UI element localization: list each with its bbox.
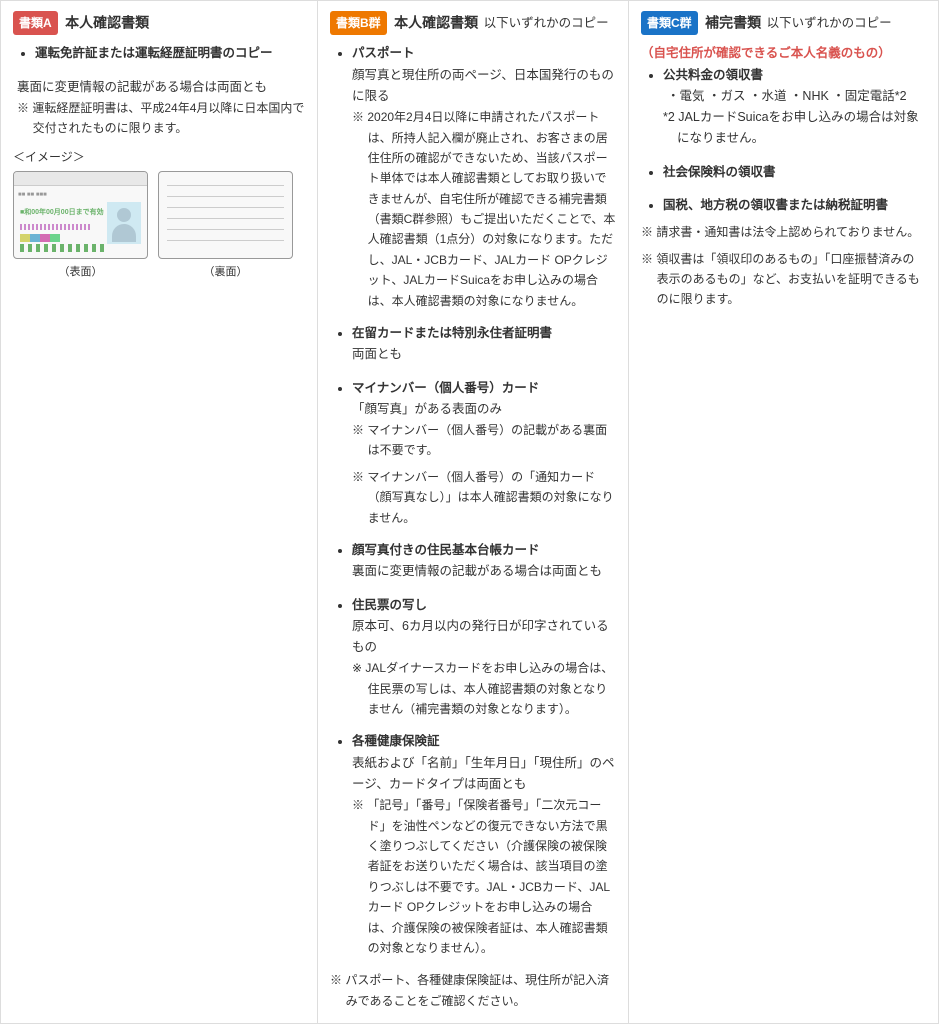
column-b: 書類B群 本人確認書類 以下いずれかのコピー パスポート 顔写真と現住所の両ペー… (318, 0, 629, 1024)
list-item: 在留カードまたは特別永住者証明書 両面とも (352, 323, 616, 366)
license-front-image: ■■ ■■ ■■■ ■和00年00月00日まで有効 (13, 171, 148, 259)
title-b: 本人確認書類 (394, 14, 478, 30)
item-title: 国税、地方税の領収書または納税証明書 (663, 198, 888, 212)
list-b: パスポート 顔写真と現住所の両ページ、日本国発行のものに限る 2020年2月4日… (330, 43, 616, 958)
footnote: *2 JALカードSuicaをお申し込みの場合は対象になりません。 (663, 107, 926, 150)
item-desc: 裏面に変更情報の記載がある場合は両面とも (352, 561, 616, 582)
subtitle-b: 以下いずれかのコピー (484, 16, 609, 30)
header-c: 書類C群 補完書類 以下いずれかのコピー (641, 11, 926, 35)
title-a: 本人確認書類 (65, 14, 149, 30)
item-desc: 「顔写真」がある表面のみ (352, 399, 616, 420)
item-desc: 表紙および「名前」「生年月日」「現住所」のページ、カードタイプは両面とも (352, 753, 616, 796)
item-note: 「記号」「番号」「保険者番号」「二次元コード」を油性ペンなどの復元できない方法で… (352, 795, 616, 958)
list-c: 公共料金の領収書 ・電気 ・ガス ・水道 ・NHK ・固定電話*2 *2 JAL… (641, 65, 926, 217)
header-a: 書類A 本人確認書類 (13, 11, 305, 35)
item-a-0: 運転免許証または運転経歴証明書のコピー (35, 43, 305, 64)
list-item: 公共料金の領収書 ・電気 ・ガス ・水道 ・NHK ・固定電話*2 *2 JAL… (663, 65, 926, 150)
item-title: 顔写真付きの住民基本台帳カード (352, 543, 540, 557)
license-back-image (158, 171, 293, 259)
outer-note: 請求書・通知書は法令上認められておりません。 (641, 222, 926, 242)
item-title: 公共料金の領収書 (663, 68, 763, 82)
header-b: 書類B群 本人確認書類 以下いずれかのコピー (330, 11, 616, 35)
bottom-note-b: パスポート、各種健康保険証は、現住所が記入済みであることをご確認ください。 (330, 970, 616, 1011)
item-desc: 顔写真と現住所の両ページ、日本国発行のものに限る (352, 65, 616, 108)
list-item: マイナンバー（個人番号）カード 「顔写真」がある表面のみ マイナンバー（個人番号… (352, 378, 616, 528)
item-note: マイナンバー（個人番号）の記載がある裏面は不要です。 (352, 420, 616, 461)
item-note: 2020年2月4日以降に申請されたパスポートは、所持人記入欄が廃止され、お客さま… (352, 107, 616, 311)
list-item: 社会保険料の領収書 (663, 162, 926, 183)
list-item: 各種健康保険証 表紙および「名前」「生年月日」「現住所」のページ、カードタイプは… (352, 731, 616, 958)
list-item: 顔写真付きの住民基本台帳カード 裏面に変更情報の記載がある場合は両面とも (352, 540, 616, 583)
item-title: マイナンバー（個人番号）カード (352, 381, 539, 395)
list-item: 国税、地方税の領収書または納税証明書 (663, 195, 926, 216)
sub-bullets: ・電気 ・ガス ・水道 ・NHK ・固定電話*2 (663, 86, 926, 107)
badge-b: 書類B群 (330, 11, 387, 35)
badge-c: 書類C群 (641, 11, 698, 35)
column-a: 書類A 本人確認書類 運転免許証または運転経歴証明書のコピー 裏面に変更情報の記… (0, 0, 318, 1024)
item-desc: 両面とも (352, 344, 616, 365)
item-title: パスポート (352, 46, 415, 60)
item-desc: 裏面に変更情報の記載がある場合は両面とも (17, 77, 305, 98)
title-c: 補完書類 (705, 14, 761, 30)
item-title: 運転免許証または運転経歴証明書のコピー (35, 46, 273, 60)
item-title: 住民票の写し (352, 598, 427, 612)
red-note: （自宅住所が確認できるご本人名義のもの） (641, 43, 926, 64)
subtitle-c: 以下いずれかのコピー (767, 16, 892, 30)
image-row: ■■ ■■ ■■■ ■和00年00月00日まで有効 （表面） （裏面） (13, 171, 305, 282)
back-caption: （裏面） (158, 263, 293, 282)
item-title: 社会保険料の領収書 (663, 165, 776, 179)
list-item: パスポート 顔写真と現住所の両ページ、日本国発行のものに限る 2020年2月4日… (352, 43, 616, 311)
item-title: 在留カードまたは特別永住者証明書 (352, 326, 552, 340)
item-desc: 原本可、6カ月以内の発行日が印字されているもの (352, 616, 616, 659)
item-title: 各種健康保険証 (352, 734, 440, 748)
list-item: 住民票の写し 原本可、6カ月以内の発行日が印字されているもの JALダイナースカ… (352, 595, 616, 720)
item-note: マイナンバー（個人番号）の「通知カード（顔写真なし）」は本人確認書類の対象になり… (352, 467, 616, 528)
item-note: JALダイナースカードをお申し込みの場合は、住民票の写しは、本人確認書類の対象と… (352, 658, 616, 719)
badge-a: 書類A (13, 11, 58, 35)
outer-note: 領収書は「領収印のあるもの」「口座振替済みの表示のあるもの」など、お支払いを証明… (641, 249, 926, 310)
front-caption: （表面） (13, 263, 148, 282)
column-c: 書類C群 補完書類 以下いずれかのコピー （自宅住所が確認できるご本人名義のもの… (629, 0, 939, 1024)
image-label: ＜イメージ＞ (13, 147, 305, 167)
item-note: 運転経歴証明書は、平成24年4月以降に日本国内で交付されたものに限ります。 (17, 98, 305, 139)
